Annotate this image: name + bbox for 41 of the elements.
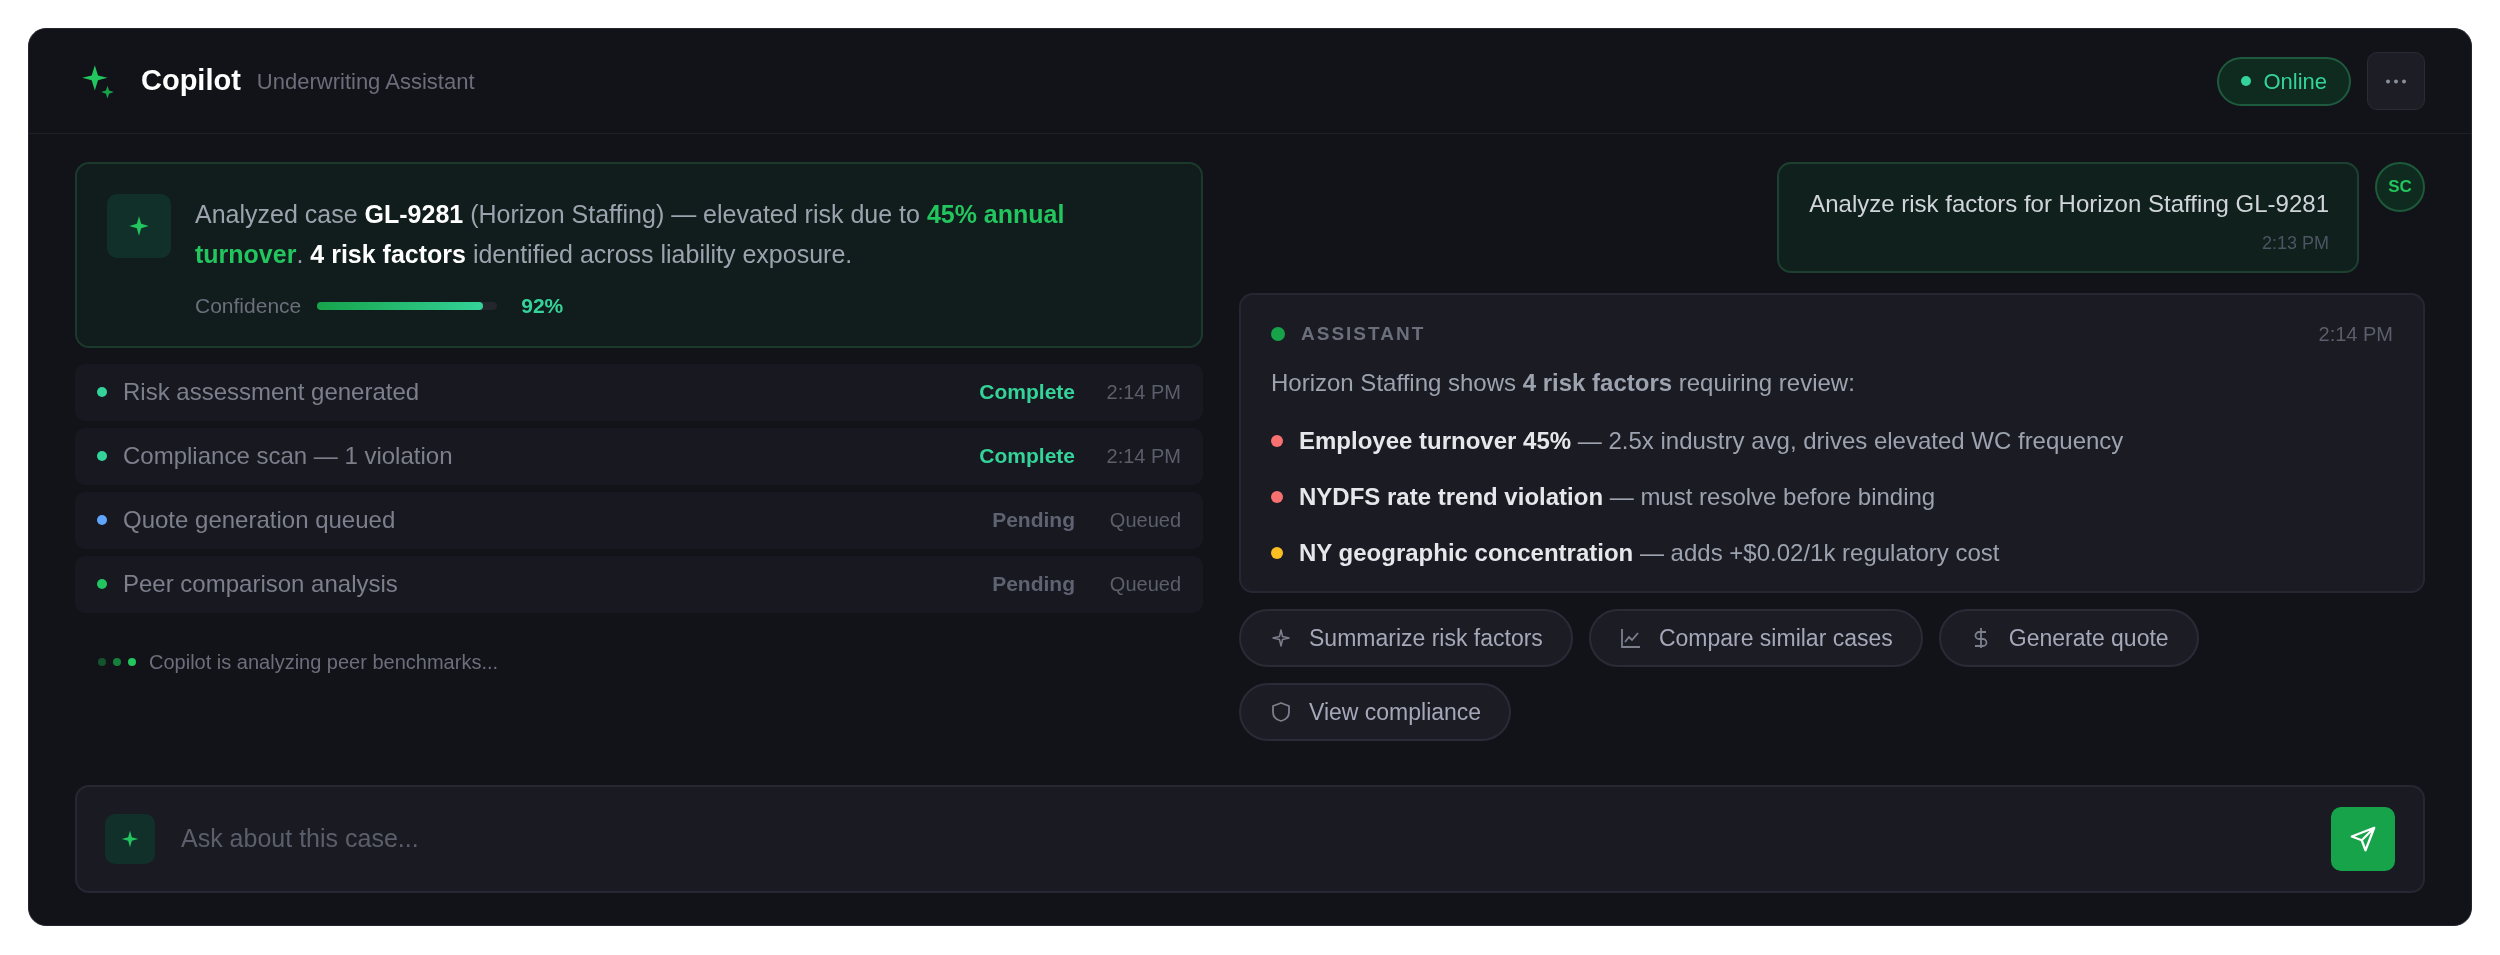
summary-text: Analyzed case GL-9281 (Horizon Staffing) — elevated risk due to 45% annual turnover. 4 risk factors identified across liability exposure. — [195, 199, 1066, 270]
suggestion-chip[interactable]: View compliance — [1239, 683, 1512, 741]
app-title: Copilot — [141, 63, 241, 99]
message-time: 2:13 PM — [2260, 232, 2329, 255]
task-status: Complete — [979, 379, 1075, 406]
shield-icon — [1269, 700, 1293, 724]
task-status: Complete — [979, 443, 1075, 470]
message-text: Horizon Staffing shows 4 risk factors requiring review: — [1271, 368, 1856, 398]
send-icon — [2348, 824, 2378, 854]
message-time: 2:14 PM — [2318, 322, 2393, 347]
message-text: Analyze risk factors for Horizon Staffing GL-9281 — [1809, 189, 2329, 219]
suggestion-chip[interactable]: Generate quote — [1938, 609, 2199, 667]
task-label: Risk assessment generated — [123, 377, 421, 407]
risk-factor-text: NY geographic concentration — adds +$0.02/1k regulatory cost — [1299, 538, 2000, 568]
line-chart-icon — [1618, 626, 1643, 650]
risk-factor-text: NYDFS rate trend violation — must resolve before binding — [1299, 482, 1936, 512]
task-time: 2:14 PM — [1105, 380, 1181, 405]
task-time: Queued — [1108, 508, 1181, 533]
message-input[interactable]: Ask about this case... — [179, 819, 2307, 859]
task-time: Queued — [1108, 572, 1181, 597]
sparkle-icon — [1269, 626, 1293, 650]
task-status: Pending — [992, 571, 1075, 598]
more-icon — [2386, 78, 2406, 84]
task-status: Pending — [992, 507, 1075, 534]
risk-factor-text: Employee turnover 45% — 2.5x industry avg, drives elevated WC frequency — [1299, 426, 2124, 456]
task-time: 2:14 PM — [1105, 444, 1181, 469]
user-avatar: SC — [2375, 162, 2425, 212]
send-button[interactable] — [2331, 807, 2395, 871]
task-label: Compliance scan — 1 violation — [123, 441, 454, 471]
status-badge: Online — [2217, 56, 2351, 106]
confidence-value: 92% — [521, 293, 564, 319]
suggestion-chip[interactable]: Summarize risk factors — [1239, 609, 1573, 667]
assistant-dot — [1271, 327, 1285, 341]
typing-indicator: Copilot is analyzing peer benchmarks... — [149, 649, 499, 675]
task-label: Peer comparison analysis — [123, 569, 399, 599]
app-subtitle: Underwriting Assistant — [256, 67, 475, 96]
confidence-label: Confidence — [195, 293, 302, 319]
task-label: Quote generation queued — [123, 505, 397, 535]
sender-label: ASSISTANT — [1301, 321, 1427, 346]
suggestion-chip[interactable]: Compare similar cases — [1588, 609, 1923, 667]
message-field[interactable]: Ask about this case... — [75, 785, 2425, 893]
